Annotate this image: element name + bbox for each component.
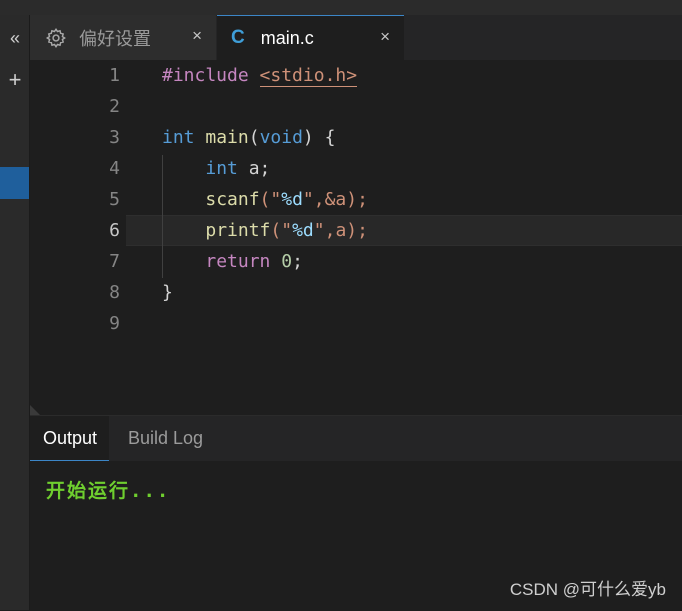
string-literal: ",&a);: [302, 189, 368, 210]
string-literal: (": [270, 220, 293, 241]
resize-handle[interactable]: [30, 405, 40, 415]
number-literal: 0: [281, 251, 293, 272]
format-specifier: %d: [292, 220, 314, 241]
code-line-5[interactable]: scanf("%d",&a);: [162, 189, 368, 210]
close-icon[interactable]: ×: [192, 26, 202, 46]
code-line-4[interactable]: int a;: [162, 158, 270, 179]
title-bar: [0, 0, 682, 16]
function-name: printf: [205, 220, 271, 241]
close-icon[interactable]: ×: [380, 27, 390, 47]
format-specifier: %d: [281, 189, 303, 210]
tab-build-log[interactable]: Build Log: [128, 416, 203, 461]
tab-main-c[interactable]: C main.c ×: [217, 15, 404, 60]
collapse-sidebar-icon[interactable]: «: [0, 23, 30, 53]
punctuation: (: [248, 127, 260, 148]
punctuation: ) {: [302, 127, 336, 148]
function-name: scanf: [205, 189, 260, 210]
keyword: return: [205, 251, 271, 272]
string-literal: (": [259, 189, 282, 210]
line-number: 3: [109, 127, 120, 148]
keyword: int: [162, 127, 195, 148]
panel-tab-bar: Output Build Log: [30, 416, 682, 461]
activity-selected-item[interactable]: [0, 167, 29, 199]
code-line-6[interactable]: printf("%d",a);: [162, 220, 368, 241]
gear-icon: [45, 27, 67, 49]
tab-preferences[interactable]: 偏好设置 ×: [30, 15, 216, 60]
code-editor[interactable]: 1 2 3 4 5 6 7 8 9 #include <stdio.h> int…: [30, 60, 682, 415]
line-number: 9: [109, 313, 120, 334]
code-line-8[interactable]: }: [162, 282, 173, 303]
punctuation: }: [162, 282, 173, 303]
line-number: 8: [109, 282, 120, 303]
include-header: <stdio.h>: [259, 65, 358, 87]
string-literal: ",a);: [313, 220, 368, 241]
code-line-1[interactable]: #include <stdio.h>: [162, 65, 358, 87]
code-text: a;: [237, 158, 271, 179]
editor-tab-bar: 偏好设置 × C main.c ×: [30, 15, 682, 60]
keyword: void: [259, 127, 303, 148]
line-number: 7: [109, 251, 120, 272]
tab-label: main.c: [260, 27, 314, 48]
keyword: int: [205, 158, 238, 179]
line-number-active: 6: [109, 220, 120, 241]
activity-bar: « +: [0, 15, 30, 610]
output-console-text: 开始运行...: [46, 480, 171, 502]
preprocessor-directive: #include: [162, 65, 249, 86]
watermark: CSDN @可什么爱yb: [509, 580, 666, 599]
punctuation: ;: [292, 251, 303, 272]
tab-output[interactable]: Output: [30, 416, 110, 461]
function-name: main: [205, 127, 249, 148]
code-line-3[interactable]: int main(void) {: [162, 127, 335, 148]
code-line-7[interactable]: return 0;: [162, 251, 303, 272]
line-number: 4: [109, 158, 120, 179]
c-file-icon: C: [231, 27, 245, 48]
line-number: 2: [109, 96, 120, 117]
line-number: 1: [109, 65, 120, 86]
tab-label: 偏好设置: [79, 28, 151, 49]
add-icon[interactable]: +: [0, 65, 30, 95]
line-number: 5: [109, 189, 120, 210]
